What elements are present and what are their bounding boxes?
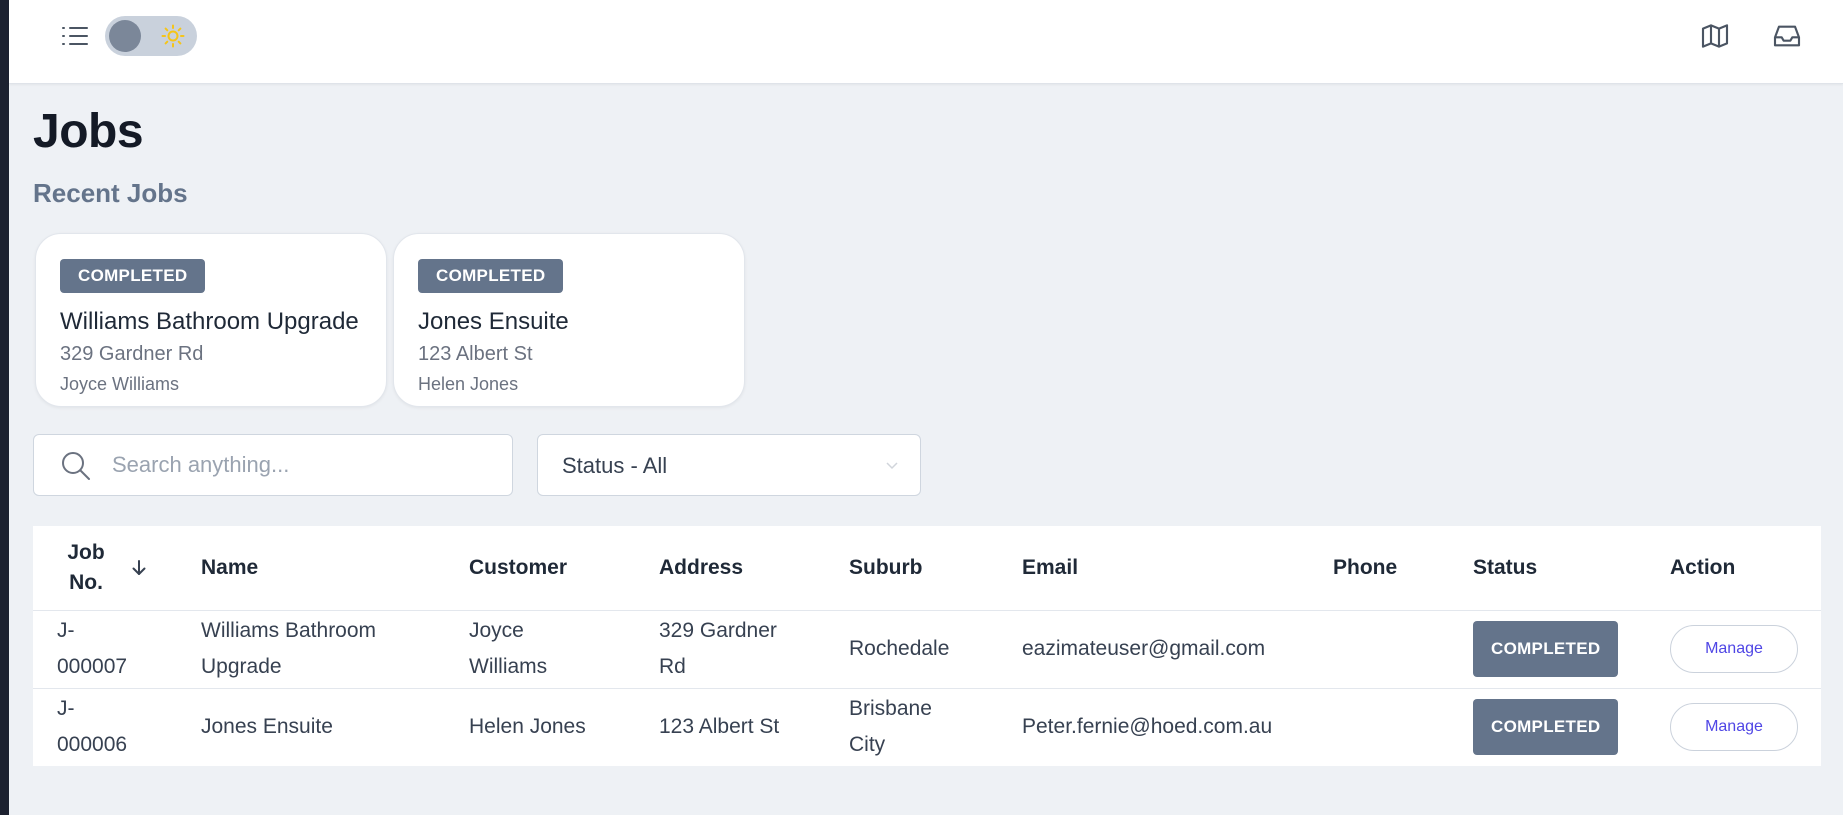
cell-customer: Helen Jones bbox=[469, 715, 586, 739]
recent-job-name: Williams Bathroom Upgrade bbox=[60, 308, 359, 335]
left-edge-strip bbox=[0, 0, 9, 815]
column-header-name[interactable]: Name bbox=[201, 526, 469, 611]
job-no-header-line1: Job bbox=[67, 540, 105, 564]
inbox-icon bbox=[1773, 25, 1801, 47]
search-input[interactable] bbox=[112, 435, 502, 495]
status-filter-value: Status - All bbox=[562, 453, 668, 478]
toggle-knob bbox=[109, 20, 141, 52]
cell-email: eazimateuser@gmail.com bbox=[1022, 610, 1333, 689]
recent-job-address: 329 Gardner Rd bbox=[60, 343, 204, 365]
name-line1: Williams Bathroom bbox=[201, 619, 377, 642]
list-menu-button[interactable] bbox=[59, 20, 91, 52]
column-header-suburb[interactable]: Suburb bbox=[849, 526, 1022, 611]
cell-phone bbox=[1333, 610, 1473, 689]
cell-name: Jones Ensuite bbox=[201, 715, 333, 739]
cell-phone bbox=[1333, 688, 1473, 766]
recent-job-customer: Joyce Williams bbox=[60, 374, 180, 394]
suburb-line2: City bbox=[849, 733, 886, 757]
column-header-address[interactable]: Address bbox=[659, 526, 849, 611]
column-header-customer[interactable]: Customer bbox=[469, 526, 659, 611]
column-header-status[interactable]: Status bbox=[1473, 526, 1670, 611]
sort-down-arrow-icon[interactable] bbox=[129, 558, 149, 578]
cell-suburb: Rochedale bbox=[849, 610, 1022, 689]
cell-job-no: J- 000007 bbox=[33, 610, 201, 689]
recent-job-name: Jones Ensuite bbox=[418, 308, 569, 335]
address-line2: Rd bbox=[659, 655, 686, 678]
table-row: J- 000007 Williams Bathroom Upgrade Joyc… bbox=[33, 610, 1821, 689]
sun-icon bbox=[161, 24, 185, 48]
search-box bbox=[33, 434, 513, 496]
cell-address: 123 Albert St bbox=[659, 715, 780, 739]
suburb-line1: Brisbane bbox=[849, 697, 932, 721]
status-filter-select[interactable]: Status - All bbox=[537, 434, 921, 496]
cell-address: 329 Gardner Rd bbox=[659, 610, 849, 689]
status-badge: COMPLETED bbox=[1473, 621, 1619, 677]
chevron-down-icon bbox=[886, 462, 898, 470]
cell-job-no: J- 000006 bbox=[33, 688, 201, 766]
column-header-email[interactable]: Email bbox=[1022, 526, 1333, 611]
job-no-header-line2: No. bbox=[69, 570, 103, 594]
cell-status: COMPLETED bbox=[1473, 688, 1670, 766]
cell-customer: Joyce Williams bbox=[469, 610, 659, 689]
cell-name: Williams Bathroom Upgrade bbox=[201, 610, 469, 689]
column-header-phone[interactable]: Phone bbox=[1333, 526, 1473, 611]
theme-toggle[interactable] bbox=[105, 16, 197, 56]
cell-email: Peter.fernie@hoed.com.au bbox=[1022, 715, 1273, 739]
recent-job-card[interactable]: COMPLETED Williams Bathroom Upgrade 329 … bbox=[35, 233, 387, 407]
recent-job-card[interactable]: COMPLETED Jones Ensuite 123 Albert St He… bbox=[393, 233, 745, 407]
page-title: Jobs bbox=[33, 105, 144, 158]
customer-line1: Joyce bbox=[469, 619, 524, 642]
column-header-job-no[interactable]: Job No. bbox=[33, 526, 201, 611]
cell-action: Manage bbox=[1670, 688, 1821, 766]
job-no-line1: J- bbox=[57, 697, 75, 721]
list-menu-icon bbox=[62, 27, 88, 45]
customer-line2: Williams bbox=[469, 655, 548, 678]
inbox-button[interactable] bbox=[1769, 18, 1805, 54]
name-line2: Upgrade bbox=[201, 655, 282, 678]
manage-button[interactable]: Manage bbox=[1670, 625, 1798, 673]
top-bar bbox=[9, 0, 1843, 84]
cell-suburb: Brisbane City bbox=[849, 688, 1022, 766]
recent-job-address: 123 Albert St bbox=[418, 343, 533, 365]
job-no-line1: J- bbox=[57, 619, 75, 642]
status-badge: COMPLETED bbox=[60, 259, 206, 293]
column-header-action: Action bbox=[1670, 526, 1821, 611]
map-button[interactable] bbox=[1697, 18, 1733, 54]
cell-status: COMPLETED bbox=[1473, 610, 1670, 689]
map-icon bbox=[1701, 24, 1729, 48]
recent-jobs-title: Recent Jobs bbox=[33, 178, 188, 208]
recent-job-customer: Helen Jones bbox=[418, 374, 519, 394]
status-badge: COMPLETED bbox=[1473, 699, 1619, 756]
address-line1: 329 Gardner bbox=[659, 619, 777, 642]
table-header-row: Job No. Name Customer Address Suburb Ema… bbox=[33, 526, 1821, 611]
cell-action: Manage bbox=[1670, 610, 1821, 689]
jobs-table: Job No. Name Customer Address Suburb Ema… bbox=[33, 526, 1821, 766]
table-row: J- 000006 Jones Ensuite Helen Jones 123 … bbox=[33, 688, 1821, 766]
manage-button[interactable]: Manage bbox=[1670, 703, 1798, 752]
job-no-line2: 000006 bbox=[57, 733, 128, 757]
job-no-line2: 000007 bbox=[57, 655, 128, 678]
status-badge: COMPLETED bbox=[418, 259, 564, 293]
search-icon bbox=[62, 452, 90, 480]
